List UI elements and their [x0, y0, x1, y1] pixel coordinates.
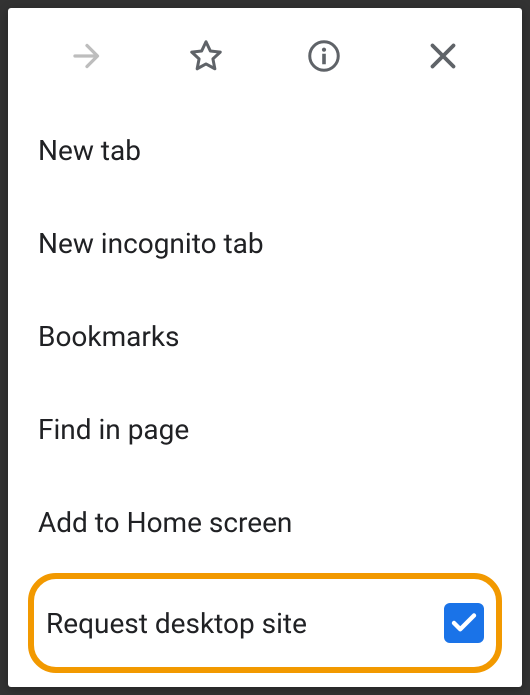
menu-item-label: Add to Home screen — [38, 506, 292, 539]
menu-item-new-incognito-tab[interactable]: New incognito tab — [8, 197, 522, 290]
menu-item-label: New incognito tab — [38, 227, 264, 260]
menu-item-add-to-home-screen[interactable]: Add to Home screen — [8, 476, 522, 569]
browser-menu-panel: New tab New incognito tab Bookmarks Find… — [8, 8, 522, 687]
info-icon — [306, 38, 342, 74]
close-icon — [425, 38, 461, 74]
arrow-forward-icon — [69, 38, 105, 74]
menu-item-request-desktop-site[interactable]: Request desktop site — [46, 603, 484, 643]
menu-item-label: New tab — [38, 134, 141, 167]
bookmark-star-button[interactable] — [186, 36, 226, 76]
info-button[interactable] — [304, 36, 344, 76]
menu-item-bookmarks[interactable]: Bookmarks — [8, 290, 522, 383]
menu-icon-row — [8, 8, 522, 104]
menu-list: New tab New incognito tab Bookmarks Find… — [8, 104, 522, 693]
close-menu-button[interactable] — [423, 36, 463, 76]
request-desktop-checkbox[interactable] — [444, 603, 484, 643]
menu-item-label: Find in page — [38, 413, 189, 446]
menu-item-label: Bookmarks — [38, 320, 180, 353]
star-icon — [188, 38, 224, 74]
menu-item-new-tab[interactable]: New tab — [8, 104, 522, 197]
forward-button[interactable] — [67, 36, 107, 76]
menu-item-label: Request desktop site — [46, 607, 307, 640]
checkmark-icon — [449, 608, 479, 638]
menu-item-find-in-page[interactable]: Find in page — [8, 383, 522, 476]
highlight-annotation: Request desktop site — [28, 573, 502, 673]
